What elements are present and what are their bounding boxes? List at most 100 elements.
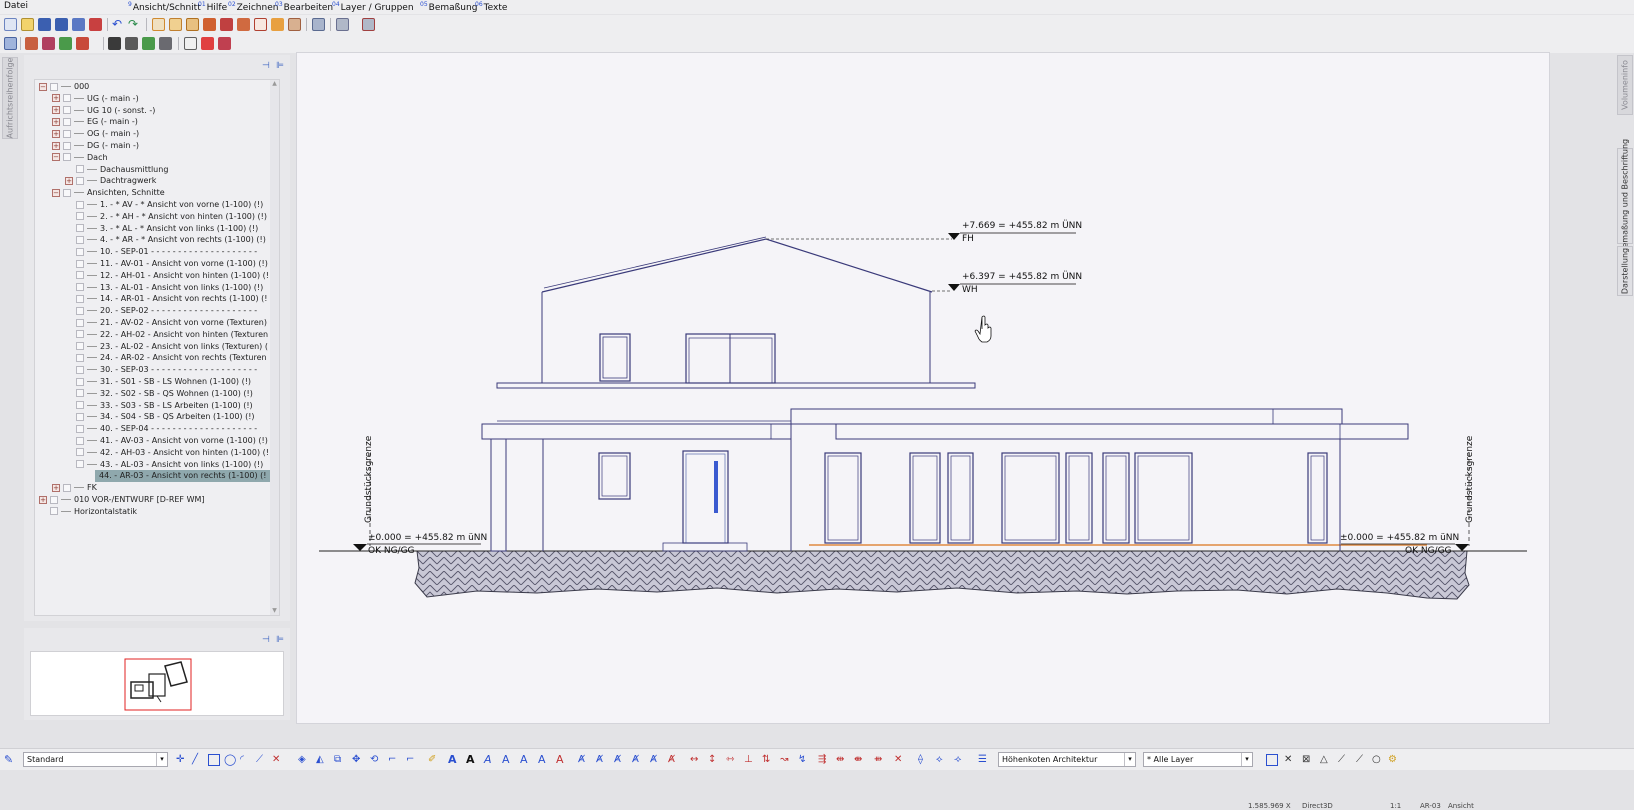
redo-icon[interactable]: ↷ — [128, 18, 141, 31]
tree-item[interactable]: 30. - SEP-03 - - - - - - - - - - - - - -… — [35, 364, 257, 376]
menu-datei[interactable]: Datei — [4, 1, 28, 11]
text-pen-icon[interactable]: ✐ — [428, 754, 440, 766]
visibility-checkbox[interactable] — [63, 129, 71, 138]
dimension-h-icon[interactable]: ↔ — [690, 754, 702, 766]
visibility-checkbox[interactable] — [63, 106, 71, 115]
plant-tool-icon[interactable] — [142, 37, 155, 50]
tree-item[interactable]: 42. - AH-03 - Ansicht von hinten (1-100)… — [35, 447, 269, 459]
dock-icon[interactable]: ⊫ — [276, 635, 286, 645]
visibility-checkbox[interactable] — [76, 448, 84, 457]
delete-tool-icon[interactable]: ✕ — [272, 754, 284, 766]
tree-item[interactable]: 41. - AV-03 - Ansicht von vorne (1-100) … — [35, 435, 268, 447]
door-icon[interactable] — [220, 18, 233, 31]
visibility-checkbox[interactable] — [76, 401, 84, 410]
pdf-icon[interactable] — [201, 37, 214, 50]
section-icon[interactable] — [169, 18, 182, 31]
select-triangle-icon[interactable]: △ — [1320, 754, 1332, 766]
tab-volumeninfo[interactable]: Volumeninfo — [1617, 55, 1633, 115]
copy-tool-icon[interactable]: ⧉ — [334, 754, 346, 766]
menu-texte[interactable]: 06Texte — [475, 1, 507, 13]
navigator-preview[interactable] — [30, 651, 284, 716]
tab-aufrichtsreihenfolge[interactable]: Aufrichtsreihenfolge — [2, 57, 18, 139]
visibility-checkbox[interactable] — [76, 436, 84, 445]
save-all-icon[interactable] — [72, 18, 85, 31]
tree-item[interactable]: 2. - * AH - * Ansicht von hinten (1-100)… — [35, 211, 267, 223]
visibility-checkbox[interactable] — [76, 294, 84, 303]
save-as-icon[interactable] — [55, 18, 68, 31]
visibility-checkbox[interactable] — [76, 389, 84, 398]
stair-tool-icon[interactable] — [108, 37, 121, 50]
style-icon[interactable]: ☰ — [978, 754, 990, 766]
dim-edit-icon[interactable]: Ⱥ — [650, 754, 662, 766]
dimension-clear-icon[interactable]: ✕ — [894, 754, 906, 766]
visibility-checkbox[interactable] — [63, 483, 71, 492]
expand-icon[interactable]: + — [52, 129, 60, 138]
wall-tool-icon[interactable] — [25, 37, 38, 50]
pen-icon[interactable]: ✎ — [4, 754, 16, 766]
dimension-point-icon[interactable]: ⊥ — [744, 754, 756, 766]
expand-icon[interactable]: + — [52, 141, 60, 150]
tree-item[interactable]: 24. - AR-02 - Ansicht von rechts (Textur… — [35, 352, 267, 364]
roof-tool-icon[interactable] — [76, 37, 89, 50]
open-folder-icon[interactable] — [21, 18, 34, 31]
tree-item[interactable]: + FK — [35, 482, 97, 494]
tree-item[interactable]: + UG 10 (- sonst. -) — [35, 105, 155, 117]
dim-angle-icon[interactable]: Ⱥ — [614, 754, 626, 766]
tree-item[interactable]: Horizontalstatik — [35, 506, 137, 518]
print-icon[interactable] — [336, 18, 349, 31]
select-line-icon[interactable]: ⟋ — [1338, 754, 1350, 766]
visibility-checkbox[interactable] — [76, 212, 84, 221]
save-icon[interactable] — [38, 18, 51, 31]
visibility-checkbox[interactable] — [76, 342, 84, 351]
dim-radius-icon[interactable]: Ⱥ — [632, 754, 644, 766]
visibility-checkbox[interactable] — [76, 235, 84, 244]
collapse-icon[interactable]: − — [52, 153, 60, 162]
tree-item[interactable]: 12. - AH-01 - Ansicht von hinten (1-100)… — [35, 270, 269, 282]
tree-item[interactable]: Dachausmittlung — [35, 164, 168, 176]
stairs-icon[interactable] — [288, 18, 301, 31]
visibility-checkbox[interactable] — [76, 271, 84, 280]
text-italic-icon[interactable]: A — [484, 754, 496, 766]
visibility-checkbox[interactable] — [76, 283, 84, 292]
select-cross-icon[interactable]: ✕ — [1284, 754, 1296, 766]
ceiling-tool-icon[interactable] — [42, 37, 55, 50]
arc-tool-icon[interactable]: ◜ — [240, 754, 252, 766]
tree-item[interactable]: 44. - AR-03 - Ansicht von rechts (1-100)… — [95, 470, 279, 483]
tree-item[interactable]: + OG (- main -) — [35, 128, 139, 140]
trim-tool-icon[interactable]: ⌐ — [388, 754, 400, 766]
rectangle-tool-icon[interactable] — [208, 754, 220, 766]
tree-item[interactable]: 11. - AV-01 - Ansicht von vorne (1-100) … — [35, 258, 268, 270]
tree-item[interactable]: 1. - * AV - * Ansicht von vorne (1-100) … — [35, 199, 263, 211]
expand-icon[interactable]: + — [52, 106, 60, 115]
pin-icon[interactable]: ⊣ — [262, 635, 272, 645]
floor-icon[interactable] — [186, 18, 199, 31]
tree-item[interactable]: 14. - AR-01 - Ansicht von rechts (1-100)… — [35, 293, 267, 305]
visibility-checkbox[interactable] — [63, 94, 71, 103]
text-edit-icon[interactable]: A — [502, 754, 514, 766]
visibility-checkbox[interactable] — [76, 377, 84, 386]
tab-darstellung[interactable]: Darstellung — [1617, 246, 1633, 296]
tree-item[interactable]: 4. - * AR - * Ansicht von rechts (1-100)… — [35, 234, 266, 246]
menu-zeichnen[interactable]: 02Zeichnen — [228, 1, 278, 13]
tree-item[interactable]: 31. - S01 - SB - LS Wohnen (1-100) (!) — [35, 376, 251, 388]
visibility-checkbox[interactable] — [76, 224, 84, 233]
level-tool-icon[interactable]: ⟠ — [918, 754, 930, 766]
visibility-checkbox[interactable] — [63, 153, 71, 162]
fill-tool-icon[interactable]: ◭ — [316, 754, 328, 766]
dxf-icon[interactable] — [184, 37, 197, 50]
window-icon[interactable] — [237, 18, 250, 31]
menu-bearbeiten[interactable]: 03Bearbeiten — [275, 1, 333, 13]
scroll-up-icon[interactable]: ▲ — [271, 80, 278, 88]
visibility-checkbox[interactable] — [76, 365, 84, 374]
level-edit-icon[interactable]: ⟢ — [954, 754, 966, 766]
line-tool-icon[interactable]: ╱ — [192, 754, 204, 766]
tree-item[interactable]: 34. - S04 - SB - QS Arbeiten (1-100) (!) — [35, 411, 255, 423]
visibility-checkbox[interactable] — [76, 259, 84, 268]
visibility-checkbox[interactable] — [76, 176, 84, 185]
text-move-icon[interactable]: A — [520, 754, 532, 766]
tree-item[interactable]: 22. - AH-02 - Ansicht von hinten (Textur… — [35, 329, 268, 341]
visibility-checkbox[interactable] — [76, 330, 84, 339]
menu-ansicht-schnitt[interactable]: 9Ansicht/Schnitt — [128, 1, 201, 13]
expand-icon[interactable]: + — [52, 117, 60, 126]
exit-icon[interactable] — [89, 18, 102, 31]
